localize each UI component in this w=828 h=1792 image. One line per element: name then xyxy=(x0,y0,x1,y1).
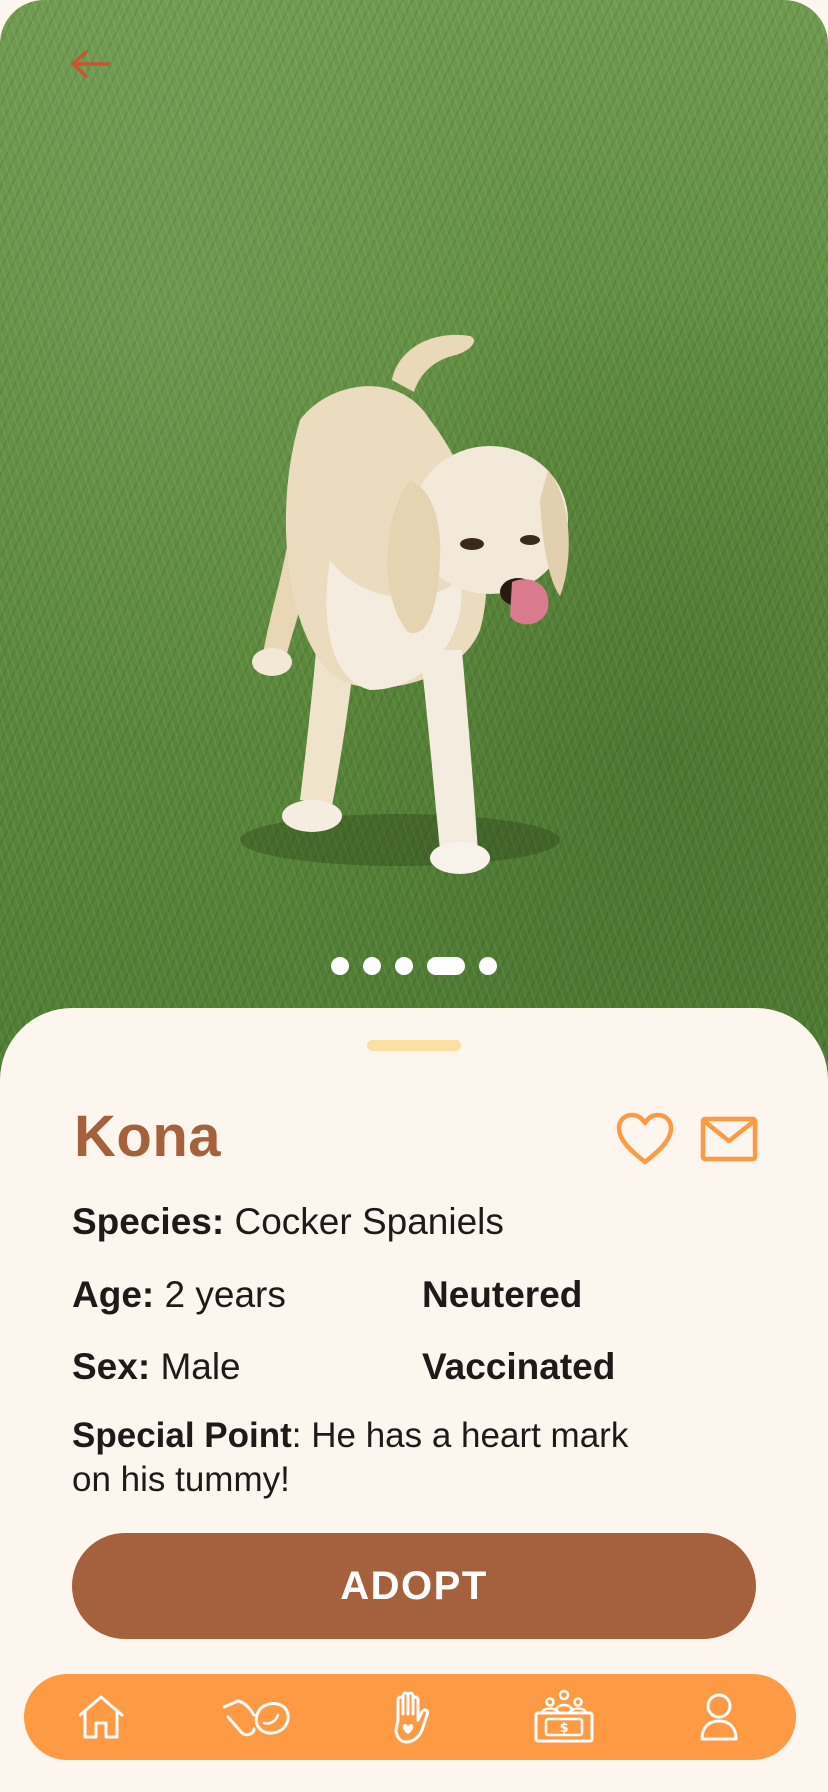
bottom-nav: $ xyxy=(24,1674,796,1760)
favorite-button[interactable] xyxy=(616,1112,674,1166)
special-point: Special Point: He has a heart mark on hi… xyxy=(72,1416,629,1499)
arrow-left-icon xyxy=(71,50,110,78)
pet-photo[interactable] xyxy=(0,0,828,1080)
gallery-dot[interactable] xyxy=(479,957,497,975)
hand-heart-icon xyxy=(394,1691,429,1744)
person-icon xyxy=(700,1693,738,1741)
message-button[interactable] xyxy=(700,1116,758,1162)
sex-value: Male xyxy=(160,1346,241,1387)
gallery-dot-active[interactable] xyxy=(427,957,465,975)
nav-volunteer[interactable] xyxy=(370,1682,450,1752)
sex-label: Sex: xyxy=(72,1346,151,1387)
age-label: Age: xyxy=(72,1274,155,1315)
home-icon xyxy=(78,1695,124,1739)
species-row: Species: Cocker Spaniels xyxy=(72,1200,504,1244)
gallery-dot[interactable] xyxy=(395,957,413,975)
svg-text:$: $ xyxy=(560,1721,569,1736)
species-value: Cocker Spaniels xyxy=(234,1201,504,1242)
back-button[interactable] xyxy=(66,40,114,88)
neutered-tag: Neutered xyxy=(422,1274,583,1315)
gallery-pagination xyxy=(0,957,828,975)
nav-pet-care[interactable] xyxy=(216,1682,296,1752)
gallery-dot[interactable] xyxy=(363,957,381,975)
mail-icon xyxy=(700,1116,758,1162)
sex-row: Sex: Male xyxy=(72,1345,241,1389)
special-label: Special Point xyxy=(72,1416,292,1455)
nav-profile[interactable] xyxy=(679,1682,759,1752)
age-row: Age: 2 years xyxy=(72,1273,286,1317)
heart-outline-icon xyxy=(616,1112,674,1165)
hand-paw-icon xyxy=(222,1699,290,1737)
gallery-dot[interactable] xyxy=(331,957,349,975)
dog-image xyxy=(240,334,569,874)
sheet-handle[interactable] xyxy=(367,1040,461,1051)
nav-home[interactable] xyxy=(61,1682,141,1752)
age-value: 2 years xyxy=(164,1274,286,1315)
vaccinated-tag: Vaccinated xyxy=(422,1346,616,1387)
species-label: Species: xyxy=(72,1201,225,1242)
donation-box-icon: $ xyxy=(534,1689,594,1743)
pet-name: Kona xyxy=(74,1104,221,1169)
adopt-button[interactable]: ADOPT xyxy=(72,1533,756,1639)
nav-donate[interactable]: $ xyxy=(524,1682,604,1752)
